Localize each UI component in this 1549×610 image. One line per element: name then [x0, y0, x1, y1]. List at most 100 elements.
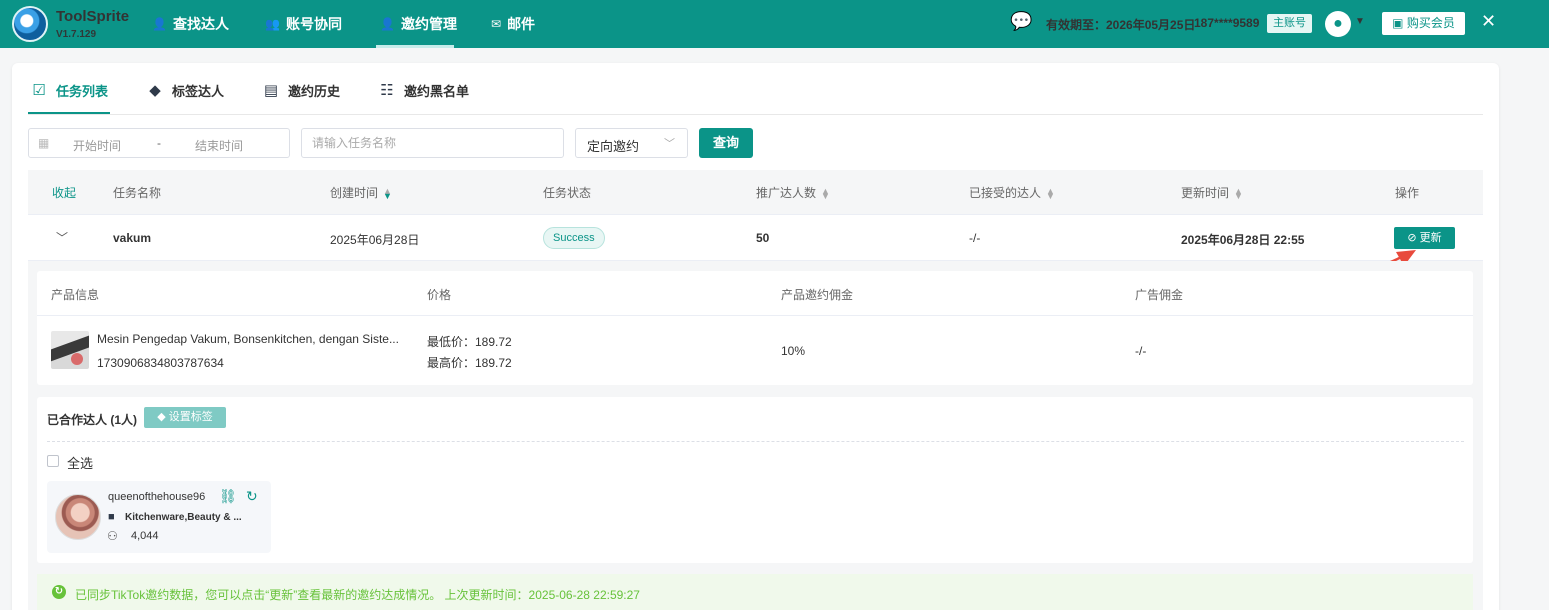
- tab-label: 标签达人: [172, 83, 225, 99]
- history-icon: ▤: [263, 82, 279, 99]
- tab-tagged-creators[interactable]: ◆ 标签达人: [146, 79, 224, 101]
- col-label: 更新时间: [1181, 186, 1230, 200]
- user-avatar-icon[interactable]: ●: [1325, 11, 1351, 37]
- nav-label: 查找达人: [172, 16, 229, 32]
- tab-invite-history[interactable]: ▤ 邀约历史: [262, 79, 340, 101]
- set-tag-label: 设置标签: [168, 411, 213, 423]
- start-date-placeholder: 开始时间: [73, 139, 122, 153]
- tag-icon: ◆: [149, 82, 161, 99]
- col-created-time[interactable]: 创建时间 ▲ ▼: [330, 184, 392, 201]
- col-promoted-count[interactable]: 推广达人数 ▲ ▼: [756, 184, 830, 201]
- app-version: V1.7.129: [56, 29, 97, 40]
- select-all-checkbox[interactable]: [47, 455, 59, 467]
- sort-icon[interactable]: ▲ ▼: [1234, 186, 1243, 200]
- col-updated-time[interactable]: 更新时间 ▲ ▼: [1181, 184, 1243, 201]
- product-id: 1730906834803787634: [97, 356, 224, 370]
- col-accepted-creators[interactable]: 已接受的达人 ▲ ▼: [969, 184, 1055, 201]
- col-task-status: 任务状态: [543, 186, 592, 200]
- task-list-icon: ☑: [32, 82, 46, 99]
- invite-type-value: 定向邀约: [587, 139, 640, 154]
- followers-icon: ⚇: [107, 529, 118, 543]
- col-label: 已接受的达人: [969, 186, 1042, 200]
- mail-icon: ✉: [491, 17, 502, 31]
- tab-label: 任务列表: [56, 83, 109, 99]
- blacklist-icon: ☷: [380, 82, 394, 99]
- tab-task-list[interactable]: ☑ 任务列表: [30, 79, 108, 101]
- app-logo: [12, 6, 48, 42]
- product-col-price: 价格: [427, 288, 452, 302]
- history-icon[interactable]: ↻: [246, 488, 258, 505]
- chevron-down-icon[interactable]: ﹀: [56, 229, 68, 246]
- expiry-date: 有效期至：2026年05月25日: [1046, 18, 1196, 32]
- tab-active-indicator: [28, 112, 110, 114]
- chevron-down-icon[interactable]: ▼: [1355, 16, 1365, 27]
- query-button[interactable]: 查询: [699, 128, 753, 158]
- nav-label: 账号协同: [285, 16, 342, 32]
- col-task-name: 任务名称: [113, 186, 162, 200]
- product-col-ad-commission: 广告佣金: [1135, 288, 1184, 302]
- task-name-input[interactable]: [301, 128, 564, 158]
- users-icon: 👥: [265, 17, 280, 31]
- product-title[interactable]: Mesin Pengedap Vakum, Bonsenkitchen, den…: [97, 332, 399, 346]
- account-phone: 187****9589: [1194, 16, 1260, 30]
- tab-label: 邀约历史: [288, 83, 341, 99]
- cooperating-creators-title: 已合作达人 (1人): [47, 413, 138, 427]
- invite-icon: 👤: [380, 17, 395, 31]
- tab-label: 邀约黑名单: [404, 83, 470, 99]
- dashed-divider: [47, 441, 1464, 442]
- row-promoted-count: 50: [756, 231, 770, 245]
- creator-name[interactable]: queenofthehouse96: [108, 491, 205, 503]
- row-accepted-creators: -/-: [969, 231, 981, 245]
- tag-icon: ◆: [157, 411, 166, 423]
- range-separator: -: [157, 136, 161, 150]
- wechat-icon[interactable]: 💬: [1010, 11, 1032, 32]
- select-all-label[interactable]: 全选: [67, 453, 93, 472]
- cart-icon: ▣: [1392, 16, 1404, 30]
- set-tag-button[interactable]: ◆ 设置标签: [144, 407, 226, 428]
- user-icon: 👤: [152, 17, 167, 31]
- date-range-picker[interactable]: ▦ 开始时间 - 结束时间: [28, 128, 290, 158]
- top-bar: [0, 0, 1549, 48]
- product-min-price: 最低价：189.72: [427, 335, 512, 349]
- app-brand: ToolSprite: [56, 8, 130, 25]
- sync-message: 已同步TikTok邀约数据，您可以点击“更新”查看最新的邀约达成情况。 上次更新…: [75, 588, 640, 602]
- nav-label: 邀约管理: [400, 16, 457, 32]
- link-icon[interactable]: ⛓: [219, 488, 237, 505]
- product-max-price: 最高价：189.72: [427, 356, 512, 370]
- tabs-divider: [28, 114, 1483, 115]
- creator-category: Kitchenware,Beauty & ...: [125, 512, 242, 523]
- sort-icon[interactable]: ▲ ▼: [383, 186, 392, 200]
- collapse-link[interactable]: 收起: [52, 184, 76, 201]
- chevron-down-icon: ﹀: [664, 138, 675, 150]
- col-label: 创建时间: [330, 186, 379, 200]
- nav-mail[interactable]: ✉ 邮件: [491, 0, 535, 48]
- nav-account-collab[interactable]: 👥 账号协同: [265, 0, 342, 48]
- sync-icon: ↻: [52, 585, 66, 599]
- close-icon[interactable]: ✕: [1481, 11, 1496, 32]
- creator-avatar: [55, 494, 101, 540]
- calendar-icon: ▦: [38, 136, 50, 150]
- sort-icon[interactable]: ▲ ▼: [821, 186, 830, 200]
- end-date-placeholder: 结束时间: [195, 139, 244, 153]
- creator-followers: 4,044: [131, 530, 159, 542]
- tab-invite-blacklist[interactable]: ☷ 邀约黑名单: [378, 79, 469, 101]
- product-commission: 10%: [781, 344, 806, 358]
- col-label: 推广达人数: [756, 186, 817, 200]
- nav-active-indicator: [376, 45, 454, 48]
- nav-find-creators[interactable]: 👤 查找达人: [152, 0, 229, 48]
- product-card: [37, 271, 1473, 385]
- product-header-divider: [37, 315, 1473, 316]
- row-created-time: 2025年06月28日: [330, 233, 420, 247]
- product-image: [51, 331, 89, 369]
- buy-membership-button[interactable]: ▣ 购买会员: [1382, 12, 1465, 35]
- nav-invite-management[interactable]: 👤 邀约管理: [380, 0, 457, 48]
- sort-icon[interactable]: ▲ ▼: [1046, 186, 1055, 200]
- nav-label: 邮件: [507, 16, 536, 32]
- status-badge: Success: [543, 227, 605, 249]
- account-badge: 主账号: [1267, 14, 1312, 33]
- buy-label: 购买会员: [1406, 16, 1455, 30]
- product-ad-commission: -/-: [1135, 344, 1147, 358]
- shopping-bag-icon: ■: [108, 511, 115, 523]
- product-col-info: 产品信息: [51, 288, 100, 302]
- invite-type-select[interactable]: 定向邀约 ﹀: [575, 128, 688, 158]
